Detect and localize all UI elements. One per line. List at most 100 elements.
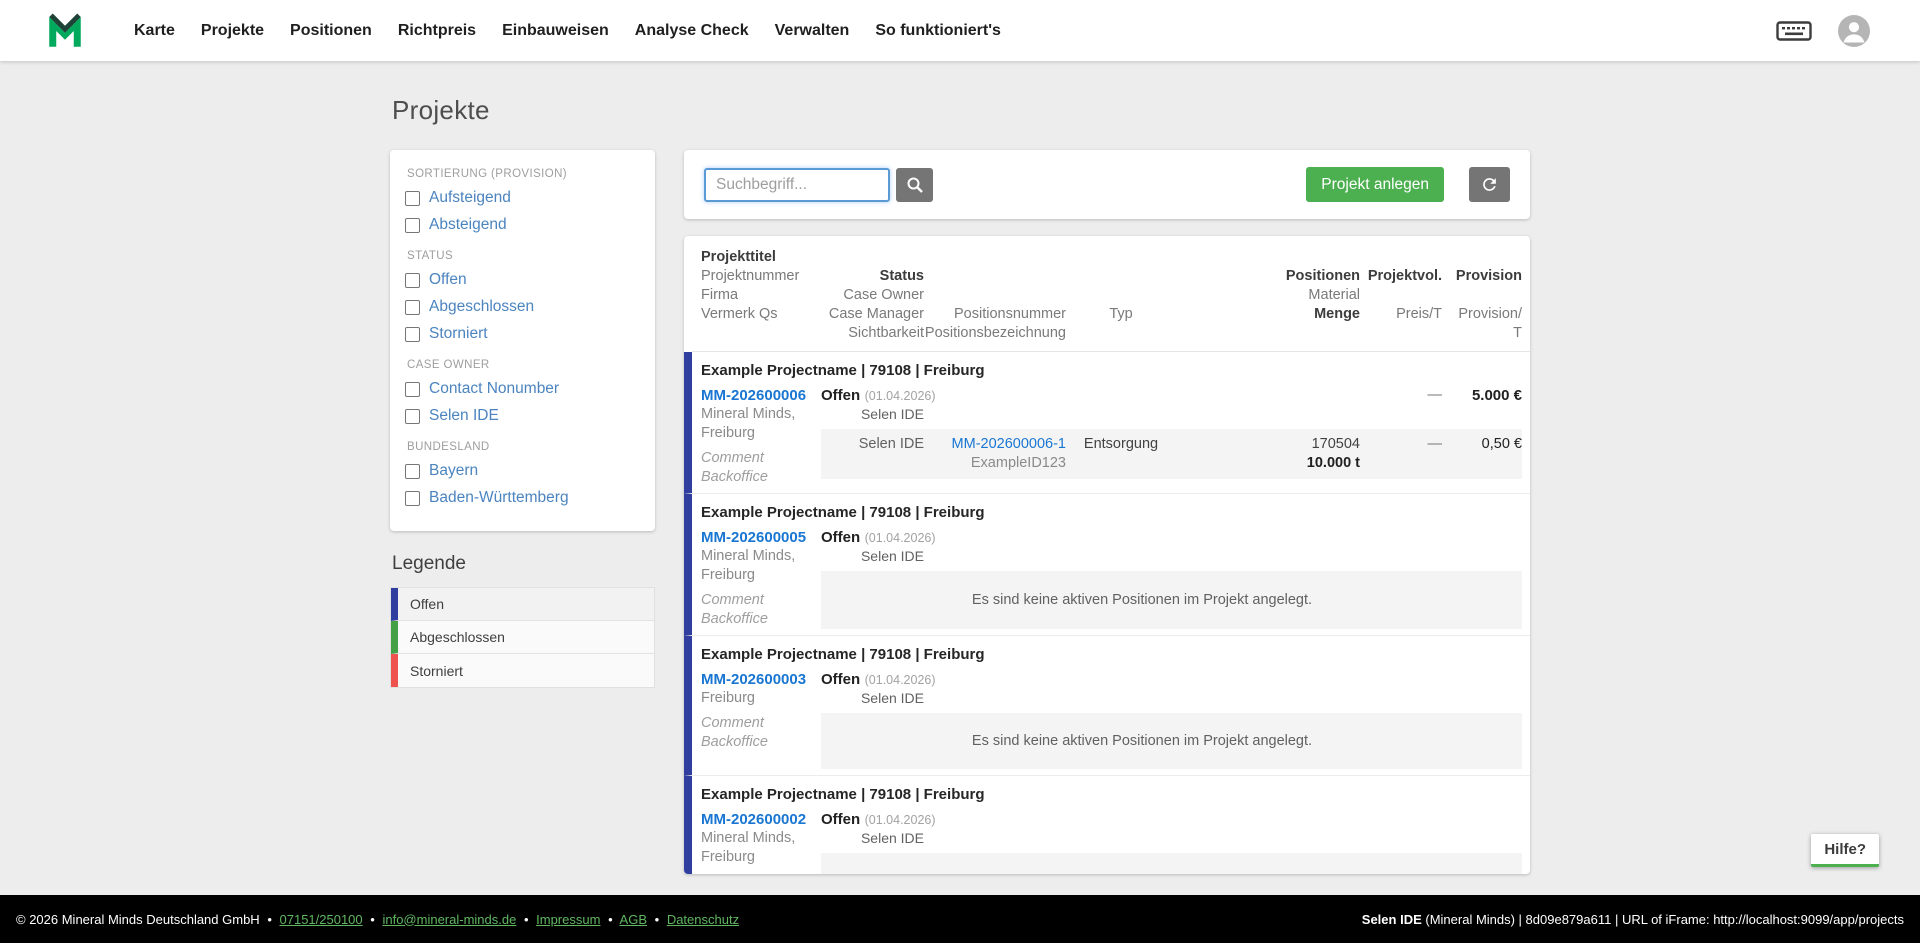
header-col-projektvol: Projektvol. Preis/T	[1360, 248, 1442, 343]
filter-option-selen-ide[interactable]: Selen IDE	[405, 407, 640, 425]
project-status: Offen (01.04.2026) Selen IDE	[821, 528, 924, 565]
checkbox-offen[interactable]	[405, 273, 420, 288]
footer-email-link[interactable]: info@mineral-minds.de	[382, 912, 516, 927]
project-company: Mineral Minds,	[701, 405, 821, 424]
filter-section-sortierung: SORTIERUNG (PROVISION) Aufsteigend Abste…	[405, 168, 640, 234]
footer-copyright: © 2026 Mineral Minds Deutschland GmbH	[16, 912, 260, 927]
footer-phone-link[interactable]: 07151/250100	[280, 912, 363, 927]
project-company: Freiburg	[701, 424, 821, 443]
checkbox-selen-ide[interactable]	[405, 409, 420, 424]
help-button[interactable]: Hilfe?	[1811, 834, 1879, 867]
nav-item-verwalten[interactable]: Verwalten	[775, 22, 850, 40]
project-number-link[interactable]: MM-202600006	[701, 386, 821, 405]
position-material: 170504	[1176, 435, 1360, 454]
filter-option-baden-wuerttemberg[interactable]: Baden-Württemberg	[405, 489, 640, 507]
checkbox-aufsteigend[interactable]	[405, 191, 420, 206]
sidebar: SORTIERUNG (PROVISION) Aufsteigend Abste…	[390, 150, 655, 688]
filter-option-bayern[interactable]: Bayern	[405, 462, 640, 480]
header-col-provision: Provision Provision/ T	[1442, 248, 1522, 343]
legend-table: Offen Abgeschlossen Storniert	[390, 587, 655, 688]
project-row: Example Projectname | 79108 | Freiburg M…	[684, 352, 1530, 493]
project-company: Freiburg	[701, 689, 821, 708]
project-projektvol: —	[1360, 386, 1442, 423]
project-comment: Comment	[701, 873, 821, 874]
keyboard-icon	[1776, 19, 1812, 43]
header-col-typ: Typ	[1066, 248, 1176, 343]
filter-option-offen[interactable]: Offen	[405, 271, 640, 289]
header-col-positionen: Positionen Material Menge	[1176, 248, 1360, 343]
project-backoffice: Backoffice	[701, 468, 821, 487]
project-status: Offen (01.04.2026) Selen IDE	[821, 386, 924, 423]
main-nav: Karte Projekte Positionen Richtpreis Ein…	[134, 22, 1001, 40]
filter-option-aufsteigend[interactable]: Aufsteigend	[405, 189, 640, 207]
checkbox-storniert[interactable]	[405, 327, 420, 342]
nav-item-so-funktionierts[interactable]: So funktioniert's	[875, 22, 1001, 40]
empty-positions-message: Es sind keine aktiven Positionen im Proj…	[924, 592, 1360, 608]
position-menge: 10.000 t	[1176, 454, 1360, 473]
project-status: Offen (01.04.2026) Selen IDE	[821, 670, 924, 707]
page-title: Projekte	[392, 95, 1530, 126]
create-project-button[interactable]: Projekt anlegen	[1306, 167, 1444, 202]
legend-item-storniert: Storniert	[391, 654, 654, 687]
legend-title: Legende	[392, 553, 655, 575]
position-number-link[interactable]: MM-202600006-1	[924, 435, 1066, 454]
project-backoffice: Backoffice	[701, 733, 821, 752]
empty-positions-message: Es sind keine aktiven Positionen im Proj…	[924, 733, 1360, 749]
table-header: Projekttitel Projektnummer Firma Vermerk…	[692, 236, 1530, 352]
footer-impressum-link[interactable]: Impressum	[536, 912, 600, 927]
project-comment: Comment	[701, 714, 821, 733]
content-column: Projekt anlegen Projekttitel Projektnumm…	[684, 150, 1530, 874]
empty-positions-area: Es sind keine aktiven Positionen im Proj…	[821, 571, 1522, 629]
search-button[interactable]	[896, 168, 933, 202]
footer-left: © 2026 Mineral Minds Deutschland GmbH • …	[16, 912, 739, 927]
nav-item-projekte[interactable]: Projekte	[201, 22, 264, 40]
refresh-button[interactable]	[1469, 167, 1510, 202]
keyboard-button[interactable]	[1776, 19, 1812, 43]
nav-item-einbauweisen[interactable]: Einbauweisen	[502, 22, 609, 40]
projects-table: Projekttitel Projektnummer Firma Vermerk…	[684, 236, 1530, 874]
nav-item-positionen[interactable]: Positionen	[290, 22, 372, 40]
legend-item-abgeschlossen: Abgeschlossen	[391, 621, 654, 654]
filter-section-label: STATUS	[407, 250, 640, 262]
project-number-link[interactable]: MM-202600002	[701, 810, 821, 829]
footer-datenschutz-link[interactable]: Datenschutz	[667, 912, 739, 927]
position-case-manager: Selen IDE	[821, 435, 924, 473]
filter-section-label: SORTIERUNG (PROVISION)	[407, 168, 640, 180]
filter-card: SORTIERUNG (PROVISION) Aufsteigend Abste…	[390, 150, 655, 531]
project-row: Example Projectname | 79108 | Freiburg M…	[684, 635, 1530, 775]
filter-option-absteigend[interactable]: Absteigend	[405, 216, 640, 234]
nav-item-karte[interactable]: Karte	[134, 22, 175, 40]
project-number-link[interactable]: MM-202600003	[701, 670, 821, 689]
navbar-right	[1776, 15, 1870, 47]
checkbox-contact-nonumber[interactable]	[405, 382, 420, 397]
footer-session-info: Selen IDE (Mineral Minds) | 8d09e879a611…	[1362, 912, 1904, 927]
project-number-link[interactable]: MM-202600005	[701, 528, 821, 547]
user-avatar-button[interactable]	[1838, 15, 1870, 47]
project-company: Mineral Minds,	[701, 547, 821, 566]
project-comment: Comment	[701, 591, 821, 610]
checkbox-absteigend[interactable]	[405, 218, 420, 233]
footer: © 2026 Mineral Minds Deutschland GmbH • …	[0, 895, 1920, 943]
filter-option-contact-nonumber[interactable]: Contact Nonumber	[405, 380, 640, 398]
project-company: Mineral Minds,	[701, 829, 821, 848]
search-input[interactable]	[704, 168, 890, 202]
project-row: Example Projectname | 79108 | Freiburg M…	[684, 775, 1530, 874]
brand-logo[interactable]	[44, 10, 86, 52]
checkbox-abgeschlossen[interactable]	[405, 300, 420, 315]
avatar-icon	[1838, 15, 1870, 47]
nav-item-analyse-check[interactable]: Analyse Check	[635, 22, 749, 40]
footer-agb-link[interactable]: AGB	[620, 912, 647, 927]
mineral-minds-logo-icon	[44, 10, 86, 52]
filter-option-storniert[interactable]: Storniert	[405, 325, 640, 343]
session-user: Selen IDE	[1362, 912, 1422, 927]
position-preis: —	[1360, 435, 1442, 473]
filter-option-abgeschlossen[interactable]: Abgeschlossen	[405, 298, 640, 316]
top-navbar: Karte Projekte Positionen Richtpreis Ein…	[0, 0, 1920, 61]
project-title: Example Projectname | 79108 | Freiburg	[701, 784, 1522, 806]
header-col-position: Positionsnummer Positionsbezeichnung	[924, 248, 1066, 343]
project-case-owner: Selen IDE	[821, 830, 924, 847]
checkbox-baden-wuerttemberg[interactable]	[405, 491, 420, 506]
checkbox-bayern[interactable]	[405, 464, 420, 479]
nav-item-richtpreis[interactable]: Richtpreis	[398, 22, 476, 40]
empty-positions-area: Es sind keine aktiven Positionen im Proj…	[821, 853, 1522, 874]
